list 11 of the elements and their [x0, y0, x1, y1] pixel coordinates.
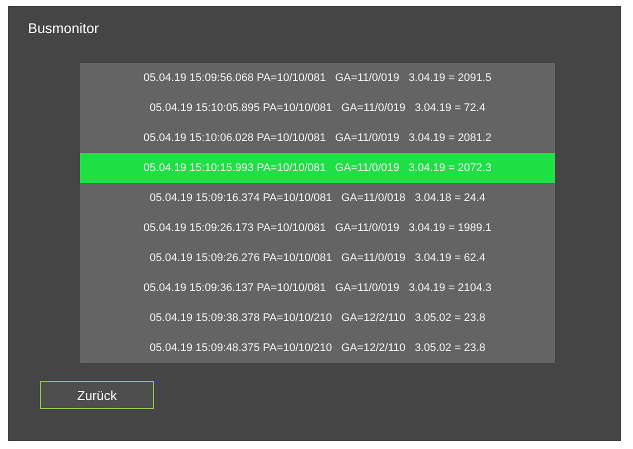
message-row[interactable]: 05.04.19 15:10:05.895 PA=10/10/081 GA=11/0/019 3.04.19 = 72.4: [80, 93, 555, 123]
message-row[interactable]: 05.04.19 15:10:06.028 PA=10/10/081 GA=11/0/019 3.04.19 = 2081.2: [80, 123, 555, 153]
message-row[interactable]: 05.04.19 15:09:48.375 PA=10/10/210 GA=12/2/110 3.05.02 = 23.8: [80, 333, 555, 363]
window-title: Busmonitor: [28, 20, 99, 36]
back-button[interactable]: Zurück: [40, 381, 154, 409]
message-row[interactable]: 05.04.19 15:09:16.374 PA=10/10/081 GA=11/0/018 3.04.18 = 24.4: [80, 183, 555, 213]
message-row[interactable]: 05.04.19 15:09:26.276 PA=10/10/081 GA=11/0/019 3.04.19 = 62.4: [80, 243, 555, 273]
message-row[interactable]: 05.04.19 15:09:38.378 PA=10/10/210 GA=12/2/110 3.05.02 = 23.8: [80, 303, 555, 333]
message-row[interactable]: 05.04.19 15:09:26.173 PA=10/10/081 GA=11/0/019 3.04.19 = 1989.1: [80, 213, 555, 243]
message-row[interactable]: 05.04.19 15:09:56.068 PA=10/10/081 GA=11/0/019 3.04.19 = 2091.5: [80, 63, 555, 93]
message-row[interactable]: 05.04.19 15:09:36.137 PA=10/10/081 GA=11/0/019 3.04.19 = 2104.3: [80, 273, 555, 303]
